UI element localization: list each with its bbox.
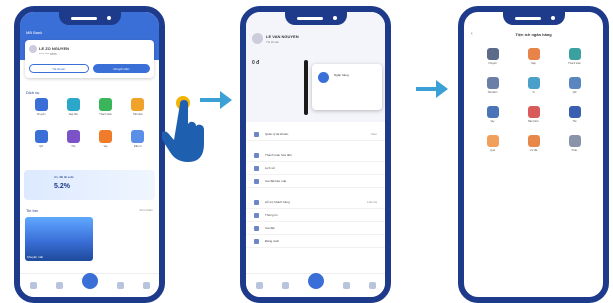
menu-item[interactable]: Cài đặt bảo mật (246, 175, 385, 188)
menu-icon (254, 238, 259, 244)
menu-item[interactable]: Quản lý tài khoản Xem (246, 128, 385, 141)
pointing-hand-icon (162, 100, 204, 162)
phone-notch (502, 12, 565, 25)
avatar[interactable] (252, 33, 263, 44)
phone-notch (58, 12, 121, 25)
qr-icon (34, 130, 48, 143)
promo-banner[interactable]: Ưu đãi lãi suất 5.2% (24, 170, 155, 200)
utility-tile[interactable]: Chuyển (472, 48, 513, 65)
phone-menu: LE VAN NGUYEN Tài khoản 0 đ Ngân hàng Qu… (240, 6, 391, 303)
menu-list: Quản lý tài khoản Xem Thanh toán hóa đơn … (246, 128, 385, 248)
utility-tile[interactable]: QR (554, 77, 595, 94)
menu-item[interactable]: Đăng xuất (246, 235, 385, 248)
bill-icon (99, 98, 113, 111)
bank-icon (318, 72, 329, 83)
service-tile[interactable]: Vay (90, 130, 122, 148)
home-screen: MB Bank LE ZO NGUYEN **** **** 8888 Tài … (20, 12, 159, 297)
utility-tile[interactable]: Tiết kiệm (472, 77, 513, 94)
menu-item[interactable]: Hỗ trợ khách hàng Liên hệ (246, 196, 385, 209)
arrow-right-icon (416, 80, 448, 98)
menu-item[interactable]: Thông tin (246, 209, 385, 222)
topup-icon (66, 98, 80, 111)
services-grid: Chuyển Nạp tiền Thanh toán Tiết kiệm QR … (25, 98, 154, 148)
balance: 0 đ (252, 60, 260, 66)
menu-icon (254, 152, 259, 158)
tutorial-stage: MB Bank LE ZO NGUYEN **** **** 8888 Tài … (0, 0, 613, 303)
account-card[interactable]: LE ZO NGUYEN **** **** 8888 Tài khoản Ch… (25, 40, 154, 78)
invest-icon (131, 130, 145, 143)
page-title: Tiện ích ngân hàng (515, 32, 552, 37)
menu-icon (254, 199, 259, 205)
popup-text: Ngân hàng (334, 73, 349, 77)
phone-utilities: ‹ Tiện ích ngân hàng Chuyển Nạp Thanh to… (458, 6, 609, 303)
qr-scan-button[interactable] (81, 272, 98, 289)
offers-tab-icon[interactable] (342, 282, 350, 289)
service-tile[interactable]: Tiết kiệm (122, 98, 154, 116)
menu-icon (254, 131, 259, 137)
home-tab-icon[interactable] (29, 282, 37, 289)
banner-text: Ưu đãi lãi suất (54, 175, 74, 179)
banner-value: 5.2% (54, 183, 70, 190)
service-tile[interactable]: QR (25, 130, 57, 148)
menu-icon (254, 212, 259, 218)
services-title: Dịch vụ (26, 90, 40, 95)
home-tab-icon[interactable] (255, 282, 263, 289)
service-tile[interactable]: Chuyển (25, 98, 57, 116)
utilities-grid: Chuyển Nạp Thanh toán Tiết kiệm Ví QR Va… (472, 48, 595, 152)
card-icon (66, 130, 80, 143)
menu-item[interactable]: Cài đặt (246, 222, 385, 235)
service-tile[interactable]: Thẻ (57, 130, 89, 148)
user-name: LE VAN NGUYEN (266, 34, 299, 39)
profile-header: LE VAN NGUYEN Tài khoản 0 đ Ngân hàng (246, 12, 385, 122)
utility-tile[interactable]: Ví (513, 77, 554, 94)
news-caption: Khuyến mãi (27, 255, 43, 259)
transfer-button[interactable]: Chuyển tiền (92, 64, 150, 73)
user-sub: Tài khoản (266, 40, 280, 44)
menu-tab-icon[interactable] (142, 282, 150, 289)
menu-icon (254, 178, 259, 184)
utility-tile[interactable]: Khác (554, 135, 595, 152)
news-image[interactable]: Khuyến mãi (25, 217, 93, 261)
service-tile[interactable]: Nạp tiền (57, 98, 89, 116)
phone-home: MB Bank LE ZO NGUYEN **** **** 8888 Tài … (14, 6, 165, 303)
menu-icon (254, 225, 259, 231)
qr-scan-button[interactable] (307, 272, 324, 289)
menu-tab-icon[interactable] (368, 282, 376, 289)
app-title: MB Bank (26, 30, 43, 35)
utility-tile[interactable]: Ưu đãi (513, 135, 554, 152)
utility-tile[interactable]: Thanh toán (554, 48, 595, 65)
history-tab-icon[interactable] (55, 282, 63, 289)
news-title: Tin tức (26, 208, 39, 213)
loan-icon (99, 130, 113, 143)
utility-tile[interactable]: Quà (472, 135, 513, 152)
menu-item[interactable]: Thanh toán hóa đơn (246, 149, 385, 162)
utility-tile[interactable]: Thẻ (554, 106, 595, 123)
phone-notch (284, 12, 347, 25)
account-number: **** **** 8888 (39, 52, 57, 56)
utility-tile[interactable]: Nạp (513, 48, 554, 65)
service-tile[interactable]: Thanh toán (90, 98, 122, 116)
utilities-screen: ‹ Tiện ích ngân hàng Chuyển Nạp Thanh to… (464, 12, 603, 297)
savings-icon (131, 98, 145, 111)
offers-tab-icon[interactable] (116, 282, 124, 289)
transfer-icon (34, 98, 48, 111)
service-tile[interactable]: Đầu tư (122, 130, 154, 148)
bank-popup[interactable]: Ngân hàng (312, 64, 382, 110)
side-handle[interactable] (304, 60, 308, 115)
menu-icon (254, 165, 259, 171)
avatar (29, 45, 37, 53)
bottom-tab-bar (20, 272, 159, 297)
account-button[interactable]: Tài khoản (29, 64, 89, 73)
utility-tile[interactable]: Bảo hiểm (513, 106, 554, 123)
menu-item[interactable]: Lịch sử (246, 162, 385, 175)
utility-tile[interactable]: Vay (472, 106, 513, 123)
bottom-tab-bar (246, 272, 385, 297)
account-name: LE ZO NGUYEN (39, 46, 70, 51)
news-more-link[interactable]: Xem thêm (139, 208, 153, 212)
menu-screen: LE VAN NGUYEN Tài khoản 0 đ Ngân hàng Qu… (246, 12, 385, 297)
arrow-right-icon (200, 91, 232, 109)
history-tab-icon[interactable] (281, 282, 289, 289)
